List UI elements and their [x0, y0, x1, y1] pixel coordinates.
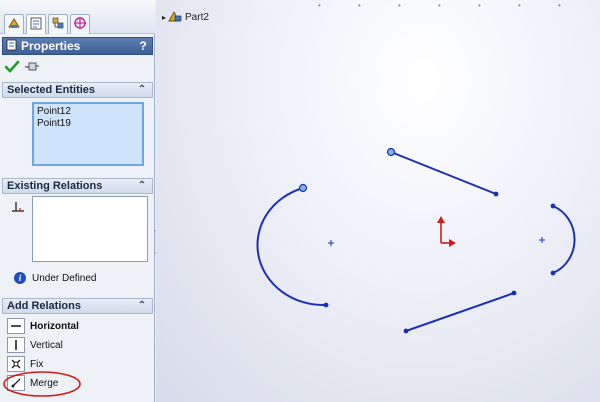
sketch-endpoint	[550, 203, 556, 209]
relation-vertical-button[interactable]: Vertical	[7, 336, 63, 354]
add-relations-header[interactable]: Add Relations ⌃	[2, 298, 153, 314]
sketch-line-upper	[390, 151, 497, 195]
definition-status: Under Defined	[32, 272, 97, 284]
selected-entities-title: Selected Entities	[7, 84, 96, 96]
status-row: i Under Defined	[14, 272, 96, 284]
sketch-point-selected	[298, 183, 308, 193]
relations-icon	[10, 200, 26, 217]
keep-visible-button[interactable]	[24, 60, 40, 77]
relation-label: Fix	[30, 358, 44, 370]
graphics-area[interactable]: ▸ Part2 • • • • • • •	[156, 0, 600, 402]
pushpin-icon	[24, 62, 40, 77]
checkmark-icon	[4, 60, 20, 77]
property-manager-title: Properties	[21, 39, 81, 53]
arc-center-mark	[539, 237, 545, 243]
manager-tabs	[0, 0, 155, 34]
relation-label: Horizontal	[30, 320, 79, 332]
existing-relations-list[interactable]	[32, 196, 148, 262]
property-manager-panel: Properties ? Selected Entities ⌃ Point12…	[0, 0, 155, 402]
collapse-chevron-icon[interactable]: ⌃	[136, 300, 148, 312]
vertical-relation-icon	[7, 337, 25, 353]
horizontal-relation-icon	[7, 318, 25, 334]
sketch-point-selected	[386, 147, 396, 157]
relation-horizontal-button[interactable]: Horizontal	[7, 317, 79, 335]
merge-highlight-ellipse	[3, 371, 81, 397]
sketch-line-lower	[405, 292, 515, 332]
existing-relations-title: Existing Relations	[7, 180, 103, 192]
arc-center-mark	[328, 240, 334, 246]
add-relations-group: Add Relations ⌃ Horizontal Vertical Fix …	[2, 298, 153, 402]
sketch-arc-right	[552, 205, 576, 274]
sketch-endpoint	[550, 270, 556, 276]
property-manager-header: Properties ?	[2, 37, 153, 55]
ok-row	[2, 58, 153, 78]
sketch-arc-left	[256, 187, 327, 307]
tab-feature-manager[interactable]	[4, 14, 24, 34]
collapse-chevron-icon[interactable]: ⌃	[136, 84, 148, 96]
existing-relations-header[interactable]: Existing Relations ⌃	[2, 178, 153, 194]
feature-manager-icon	[7, 16, 21, 33]
property-manager-header-icon	[6, 39, 18, 54]
origin-icon	[437, 216, 456, 247]
add-relations-title: Add Relations	[7, 300, 81, 312]
info-icon: i	[14, 272, 26, 284]
selected-entities-header[interactable]: Selected Entities ⌃	[2, 82, 153, 98]
list-item[interactable]: Point12	[37, 106, 139, 118]
collapse-chevron-icon[interactable]: ⌃	[136, 180, 148, 192]
configuration-manager-icon	[51, 16, 65, 33]
tab-configuration-manager[interactable]	[48, 14, 68, 34]
sketch-endpoint	[511, 290, 517, 296]
sketch-endpoint	[323, 302, 329, 308]
selected-entities-list[interactable]: Point12 Point19	[32, 102, 144, 166]
relation-label: Vertical	[30, 339, 63, 351]
ok-button[interactable]	[4, 60, 20, 77]
property-manager-icon	[29, 16, 43, 33]
tab-property-manager[interactable]	[26, 14, 46, 34]
list-item[interactable]: Point19	[37, 118, 139, 130]
help-button[interactable]: ?	[136, 39, 150, 53]
sketch-endpoint	[493, 191, 499, 197]
sketch-endpoint	[403, 328, 409, 334]
tab-dimxpert-manager[interactable]	[70, 14, 90, 34]
selected-entities-group: Selected Entities ⌃ Point12 Point19	[2, 82, 153, 174]
sketch-canvas[interactable]	[156, 0, 600, 402]
dimxpert-manager-icon	[73, 16, 87, 33]
existing-relations-group: Existing Relations ⌃ i Under Defined	[2, 178, 153, 290]
